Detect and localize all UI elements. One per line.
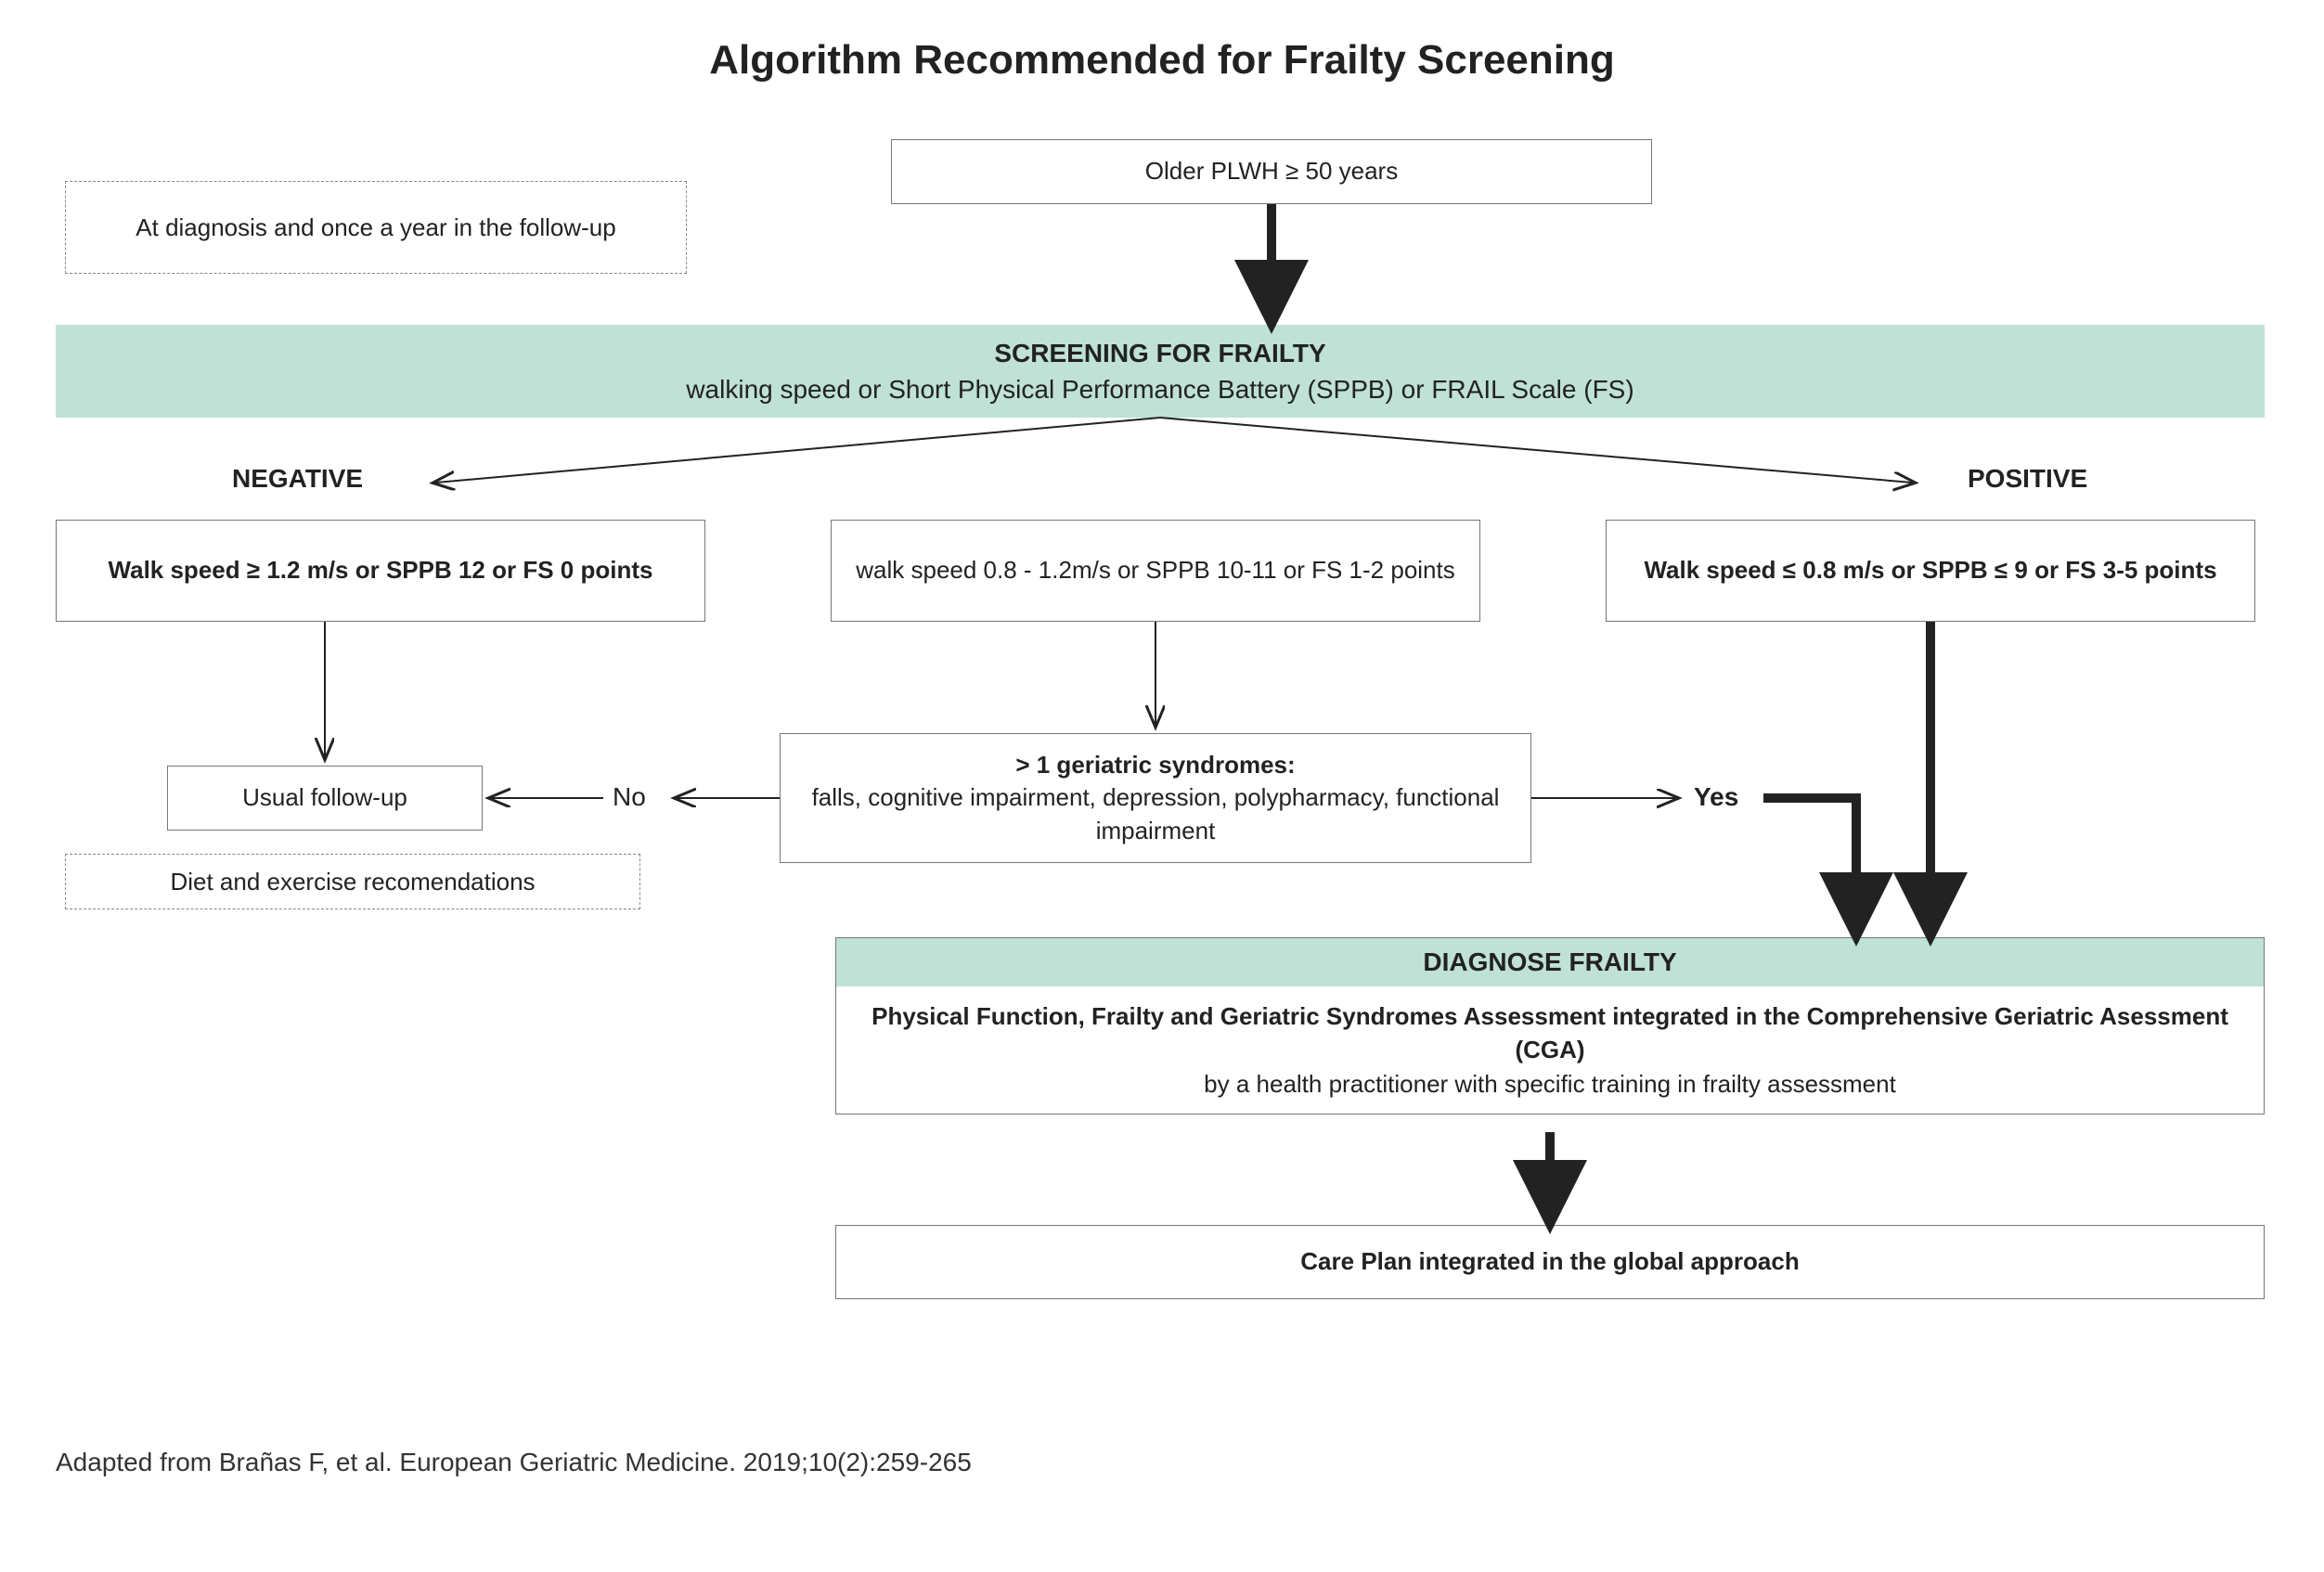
positive-label: POSITIVE [1968, 464, 2087, 494]
decision-yes-label: Yes [1694, 782, 1738, 812]
timing-note: At diagnosis and once a year in the foll… [65, 181, 687, 274]
care-plan-box: Care Plan integrated in the global appro… [835, 1225, 2265, 1299]
geriatric-head: > 1 geriatric syndromes: [1015, 749, 1295, 781]
diet-note: Diet and exercise recomendations [65, 854, 640, 909]
positive-criteria-box: Walk speed ≤ 0.8 m/s or SPPB ≤ 9 or FS 3… [1606, 520, 2255, 622]
diagnose-frailty-box: DIAGNOSE FRAILTY Physical Function, Frai… [835, 937, 2265, 1115]
screening-banner: SCREENING FOR FRAILTY walking speed or S… [56, 325, 2265, 418]
start-node: Older PLWH ≥ 50 years [891, 139, 1652, 204]
geriatric-syndromes-box: > 1 geriatric syndromes: falls, cognitiv… [780, 733, 1531, 863]
diagnose-heading: DIAGNOSE FRAILTY [836, 938, 2264, 986]
arrow-screen-to-negative [436, 418, 1160, 483]
diagnose-body-plain: by a health practitioner with specific t… [847, 1067, 2253, 1101]
decision-no-label: No [613, 782, 646, 812]
geriatric-body: falls, cognitive impairment, depression,… [794, 781, 1517, 846]
negative-label: NEGATIVE [232, 464, 363, 494]
diagnose-body-bold: Physical Function, Frailty and Geriatric… [847, 999, 2253, 1067]
arrow-yes-to-diagnose [1763, 798, 1856, 919]
intermediate-criteria-box: walk speed 0.8 - 1.2m/s or SPPB 10-11 or… [831, 520, 1480, 622]
diagram-canvas: Algorithm Recommended for Frailty Screen… [0, 0, 2324, 1572]
negative-criteria-box: Walk speed ≥ 1.2 m/s or SPPB 12 or FS 0 … [56, 520, 705, 622]
screening-subtext: walking speed or Short Physical Performa… [686, 375, 1633, 404]
arrow-screen-to-positive [1160, 418, 1912, 483]
screening-heading: SCREENING FOR FRAILTY [57, 335, 2264, 371]
citation-text: Adapted from Brañas F, et al. European G… [56, 1448, 972, 1477]
followup-box: Usual follow-up [167, 766, 483, 831]
diagram-title: Algorithm Recommended for Frailty Screen… [0, 37, 2324, 84]
